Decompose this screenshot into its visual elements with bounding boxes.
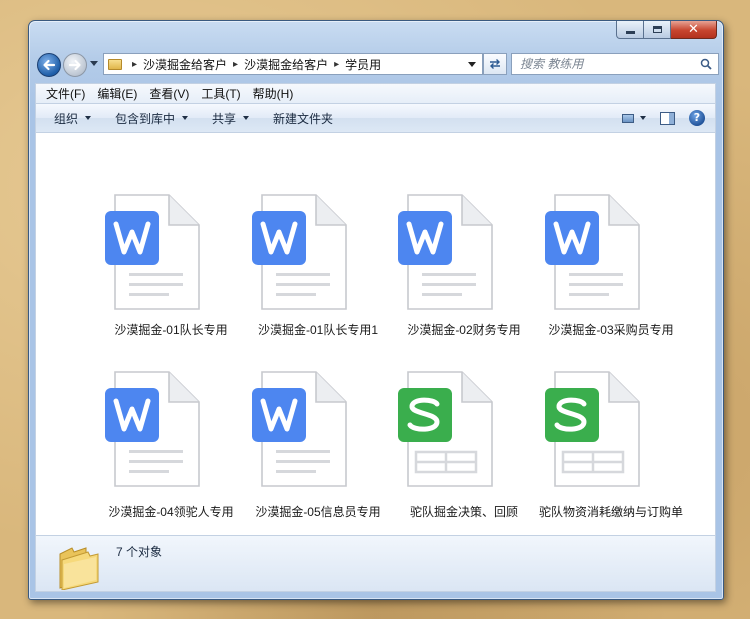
spreadsheet-doc-icon — [545, 371, 640, 487]
word-doc-icon — [105, 194, 200, 310]
organize-label: 组织 — [54, 111, 79, 126]
menu-file[interactable]: 文件(F) — [40, 85, 91, 102]
details-pane: 7 个对象 — [35, 535, 716, 592]
address-dropdown-icon[interactable] — [468, 61, 476, 67]
file-name: 驼队掘金决策、回顾 — [409, 505, 518, 519]
folder-icon — [59, 547, 99, 590]
maximize-button[interactable] — [644, 21, 671, 39]
file-item[interactable]: 沙漠掘金-04领驼人专用 — [101, 370, 241, 520]
forward-arrow-icon — [68, 59, 81, 71]
file-name: 沙漠掘金-02财务专用 — [407, 323, 521, 337]
file-name: 沙漠掘金-01队长专用1 — [257, 323, 379, 337]
minimize-icon — [625, 31, 635, 34]
new-folder-button[interactable]: 新建文件夹 — [265, 110, 341, 127]
search-icon[interactable] — [700, 58, 712, 70]
refresh-button[interactable] — [483, 53, 507, 75]
file-name: 沙漠掘金-04领驼人专用 — [108, 505, 234, 519]
chevron-right-icon[interactable]: ▸ — [334, 59, 339, 70]
menu-tools[interactable]: 工具(T) — [195, 85, 246, 102]
file-item[interactable]: 沙漠掘金-03采购员专用 — [541, 193, 681, 343]
new-folder-label: 新建文件夹 — [273, 111, 334, 126]
breadcrumb-item[interactable]: 沙漠掘金给客户 — [143, 56, 227, 73]
navigation-bar: ▸ 沙漠掘金给客户 ▸ 沙漠掘金给客户 ▸ 学员用 — [35, 51, 719, 79]
share-label: 共享 — [212, 111, 237, 126]
close-icon: ✕ — [688, 22, 699, 37]
file-item[interactable]: 沙漠掘金-05信息员专用 — [248, 370, 388, 520]
menu-view[interactable]: 查看(V) — [143, 85, 195, 102]
chevron-down-icon — [182, 116, 189, 120]
item-count: 7 个对象 — [116, 545, 163, 559]
file-item[interactable]: 沙漠掘金-02财务专用 — [394, 193, 534, 343]
refresh-icon — [490, 59, 500, 69]
file-name: 沙漠掘金-05信息员专用 — [255, 505, 381, 519]
help-icon[interactable]: ? — [689, 110, 705, 126]
breadcrumb-item[interactable]: 沙漠掘金给客户 — [244, 56, 328, 73]
word-doc-icon — [105, 371, 200, 487]
preview-pane-icon[interactable] — [660, 111, 675, 125]
maximize-icon — [652, 26, 662, 33]
share-button[interactable]: 共享 — [204, 110, 257, 127]
view-controls: ? — [608, 110, 715, 126]
organize-button[interactable]: 组织 — [46, 110, 99, 127]
file-name: 沙漠掘金-01队长专用 — [114, 323, 228, 337]
word-doc-icon — [398, 194, 493, 310]
close-button[interactable]: ✕ — [671, 21, 717, 39]
include-in-library-label: 包含到库中 — [115, 111, 176, 126]
file-item[interactable]: 驼队物资消耗缴纳与订购单 — [539, 370, 683, 520]
file-item[interactable]: 驼队掘金决策、回顾 — [394, 370, 534, 520]
command-bar: 组织 包含到库中 共享 新建文件夹 ? — [35, 103, 716, 133]
menu-edit[interactable]: 编辑(E) — [91, 85, 143, 102]
file-name: 驼队物资消耗缴纳与订购单 — [538, 505, 683, 519]
caption-buttons: ✕ — [616, 21, 717, 39]
spreadsheet-doc-icon — [398, 371, 493, 487]
file-item[interactable]: 沙漠掘金-01队长专用 — [101, 193, 241, 343]
menu-bar: 文件(F) 编辑(E) 查看(V) 工具(T) 帮助(H) — [35, 83, 716, 103]
search-input[interactable] — [512, 56, 692, 72]
minimize-button[interactable] — [616, 21, 644, 39]
file-name: 沙漠掘金-03采购员专用 — [548, 323, 674, 337]
address-bar[interactable]: ▸ 沙漠掘金给客户 ▸ 沙漠掘金给客户 ▸ 学员用 — [103, 53, 483, 75]
file-list: 沙漠掘金-01队长专用 沙漠掘金-01队长专用1 沙漠掘金-02财务专用 沙漠掘… — [35, 133, 716, 535]
word-doc-icon — [252, 371, 347, 487]
chevron-right-icon[interactable]: ▸ — [233, 59, 238, 70]
include-in-library-button[interactable]: 包含到库中 — [107, 110, 196, 127]
chevron-down-icon — [243, 116, 250, 120]
recent-pages-dropdown[interactable] — [90, 61, 98, 66]
change-view-icon[interactable] — [622, 113, 634, 123]
breadcrumb-item[interactable]: 学员用 — [345, 56, 381, 73]
word-doc-icon — [252, 194, 347, 310]
back-button[interactable] — [37, 53, 61, 77]
explorer-window: ✕ ▸ 沙漠掘金给客户 ▸ 沙漠掘金给客户 ▸ 学员用 搜索 教练用 文件(F)… — [28, 20, 724, 600]
search-box[interactable] — [511, 53, 719, 75]
back-arrow-icon — [43, 59, 56, 71]
forward-button[interactable] — [63, 53, 87, 77]
word-doc-icon — [545, 194, 640, 310]
file-item[interactable]: 沙漠掘金-01队长专用1 — [248, 193, 388, 343]
view-options-dropdown-icon[interactable] — [640, 116, 646, 120]
chevron-right-icon[interactable]: ▸ — [132, 59, 137, 70]
chevron-down-icon — [85, 116, 92, 120]
folder-icon — [108, 58, 122, 70]
menu-help[interactable]: 帮助(H) — [247, 85, 300, 102]
